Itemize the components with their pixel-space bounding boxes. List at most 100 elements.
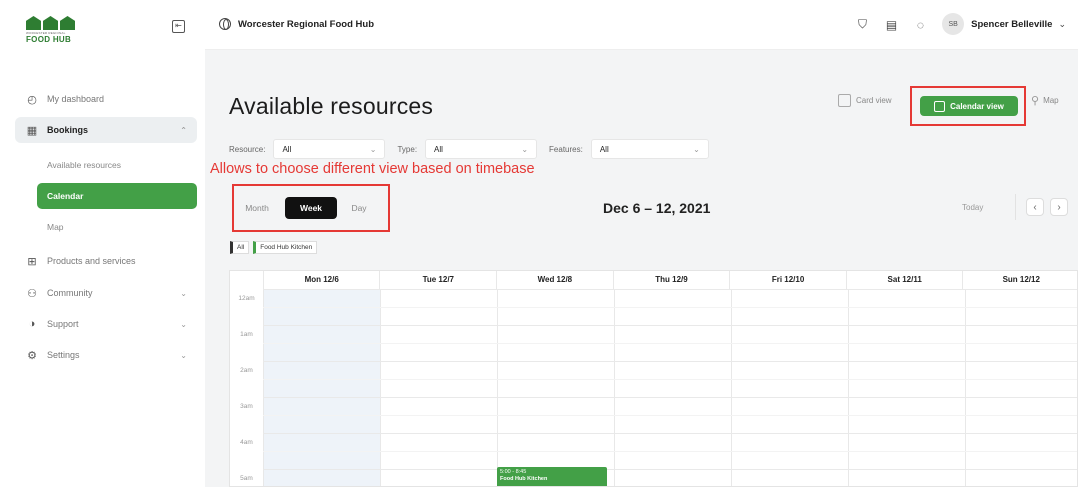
chevron-down-icon: ⌄ xyxy=(1058,18,1066,29)
map-pin-icon: ⚲ xyxy=(1031,95,1040,107)
food-hub-logo[interactable]: WORCESTER REGIONAL FOOD HUB xyxy=(26,16,84,50)
day-view-tab[interactable]: Day xyxy=(343,197,375,219)
support-icon: ◑ xyxy=(28,318,36,330)
sidebar-subitem-label: Calendar xyxy=(47,191,84,201)
week-navigation: ‹ › xyxy=(1015,194,1078,220)
map-view-button[interactable]: ⚲ Map xyxy=(1031,94,1059,107)
day-header: Sun 12/12 xyxy=(962,271,1077,289)
sidebar-subitem-map[interactable]: Map xyxy=(37,214,197,240)
day-header: Tue 12/7 xyxy=(379,271,496,289)
top-icons: ⛉ ▤ ◌ xyxy=(855,17,928,32)
chevron-down-icon: ⌄ xyxy=(180,350,187,360)
features-select[interactable]: All ⌄ xyxy=(590,139,709,159)
day-header: Thu 12/9 xyxy=(612,271,730,289)
calendar-icon xyxy=(934,100,946,112)
globe-icon xyxy=(219,18,231,30)
sidebar-item-settings[interactable]: ⚙ Settings ⌄ xyxy=(15,342,197,368)
chevron-down-icon: ⌄ xyxy=(521,144,529,154)
sidebar-item-label: Products and services xyxy=(47,256,136,266)
today-column-highlight xyxy=(263,289,380,486)
month-view-tab[interactable]: Month xyxy=(238,197,276,219)
week-calendar-grid: Mon 12/6 Tue 12/7 Wed 12/8 Thu 12/9 Fri … xyxy=(229,270,1078,487)
logo-brand: FOOD HUB xyxy=(26,35,72,44)
hour-label: 1am xyxy=(240,331,253,338)
sidebar-subitem-label: Map xyxy=(47,222,64,232)
settings-icon: ⚙ xyxy=(27,349,37,362)
resource-legend: All Food Hub Kitchen xyxy=(230,241,318,254)
features-filter: Features: All ⌄ xyxy=(549,139,709,159)
type-filter: Type: All ⌄ xyxy=(397,139,538,159)
day-header: Sat 12/11 xyxy=(845,271,963,289)
sidebar-item-products-and-services[interactable]: ⊞ Products and services xyxy=(15,248,197,274)
sidebar: WORCESTER REGIONAL FOOD HUB ⇤ ◴ My dashb… xyxy=(0,0,205,487)
document-icon[interactable]: ▤ xyxy=(884,17,899,32)
chevron-right-icon[interactable]: › xyxy=(1050,198,1068,216)
filters-bar: Resource: All ⌄ Type: All ⌄ Features: Al… xyxy=(229,139,721,159)
day-header: Mon 12/6 xyxy=(262,271,380,289)
calendar-view-button[interactable]: Calendar view xyxy=(920,96,1018,116)
resource-filter-label: Resource: xyxy=(229,144,266,154)
card-view-icon xyxy=(838,94,851,107)
collapse-sidebar-icon[interactable]: ⇤ xyxy=(172,20,185,33)
day-header: Fri 12/10 xyxy=(729,271,846,289)
organization-name[interactable]: Worcester Regional Food Hub xyxy=(219,18,374,30)
hour-label: 4am xyxy=(240,439,253,446)
sidebar-subitem-label: Available resources xyxy=(47,160,122,170)
sidebar-item-label: Support xyxy=(47,319,79,329)
booking-event[interactable]: 5:00 - 8:45 Food Hub Kitchen xyxy=(497,467,607,486)
calendar-header-row: Mon 12/6 Tue 12/7 Wed 12/8 Thu 12/9 Fri … xyxy=(230,271,1077,289)
sidebar-item-label: Bookings xyxy=(47,125,89,135)
today-button[interactable]: Today xyxy=(962,203,983,212)
chevron-down-icon: ⌄ xyxy=(693,144,700,154)
resource-select[interactable]: All ⌄ xyxy=(273,139,386,159)
day-header: Wed 12/8 xyxy=(496,271,613,289)
community-icon: ⚇ xyxy=(27,287,37,300)
chevron-down-icon: ⌄ xyxy=(369,144,377,154)
top-bar: Worcester Regional Food Hub ⛉ ▤ ◌ SB Spe… xyxy=(205,0,1078,50)
notification-bell-icon[interactable]: ◌ xyxy=(913,17,928,32)
avatar: SB xyxy=(942,13,965,35)
organization-label: Worcester Regional Food Hub xyxy=(238,18,375,30)
sidebar-item-my-dashboard[interactable]: ◴ My dashboard xyxy=(15,86,197,112)
logo-houses-icon xyxy=(26,16,84,30)
sidebar-item-bookings[interactable]: ▦ Bookings ⌃ xyxy=(15,117,197,143)
legend-food-hub-kitchen[interactable]: Food Hub Kitchen xyxy=(253,241,318,254)
chevron-up-icon: ⌃ xyxy=(180,125,187,135)
sidebar-item-label: Settings xyxy=(47,350,80,360)
resource-select-value: All xyxy=(282,144,292,154)
sidebar-item-community[interactable]: ⚇ Community ⌄ xyxy=(15,280,197,306)
products-icon: ⊞ xyxy=(27,255,37,268)
sidebar-subitem-calendar[interactable]: Calendar xyxy=(37,183,197,209)
type-select[interactable]: All ⌄ xyxy=(425,139,538,159)
hour-label: 5am xyxy=(240,475,253,482)
calendar-view-label: Calendar view xyxy=(950,101,1004,111)
features-select-value: All xyxy=(599,144,609,154)
sidebar-subitem-available-resources[interactable]: Available resources xyxy=(37,152,197,178)
card-view-button[interactable]: Card view xyxy=(838,94,892,107)
page-title: Available resources xyxy=(229,93,434,119)
week-view-tab[interactable]: Week xyxy=(285,197,337,219)
user-menu[interactable]: SB Spencer Belleville ⌄ xyxy=(942,13,1066,35)
dashboard-icon: ◴ xyxy=(27,93,37,106)
resource-filter: Resource: All ⌄ xyxy=(229,139,386,159)
chevron-down-icon: ⌄ xyxy=(180,288,187,298)
user-name: Spencer Belleville xyxy=(971,18,1053,30)
map-view-label: Map xyxy=(1043,96,1059,105)
sidebar-item-label: Community xyxy=(47,288,93,298)
event-title: Food Hub Kitchen xyxy=(500,476,548,482)
chevron-down-icon: ⌄ xyxy=(180,319,187,329)
annotation-text: Allows to choose different view based on… xyxy=(210,161,535,177)
bookings-icon: ▦ xyxy=(26,124,38,137)
type-select-value: All xyxy=(434,144,443,154)
features-filter-label: Features: xyxy=(549,144,583,154)
card-view-label: Card view xyxy=(856,96,892,105)
hour-label: 12am xyxy=(238,295,255,302)
date-range-label: Dec 6 – 12, 2021 xyxy=(603,200,711,216)
cart-icon[interactable]: ⛉ xyxy=(855,17,870,32)
chevron-left-icon[interactable]: ‹ xyxy=(1026,198,1044,216)
legend-all[interactable]: All xyxy=(230,241,250,254)
type-filter-label: Type: xyxy=(397,144,418,154)
main-content: Available resources Card view Calendar v… xyxy=(205,50,1078,487)
sidebar-item-support[interactable]: ◑ Support ⌄ xyxy=(15,311,197,337)
sidebar-item-label: My dashboard xyxy=(47,94,105,104)
